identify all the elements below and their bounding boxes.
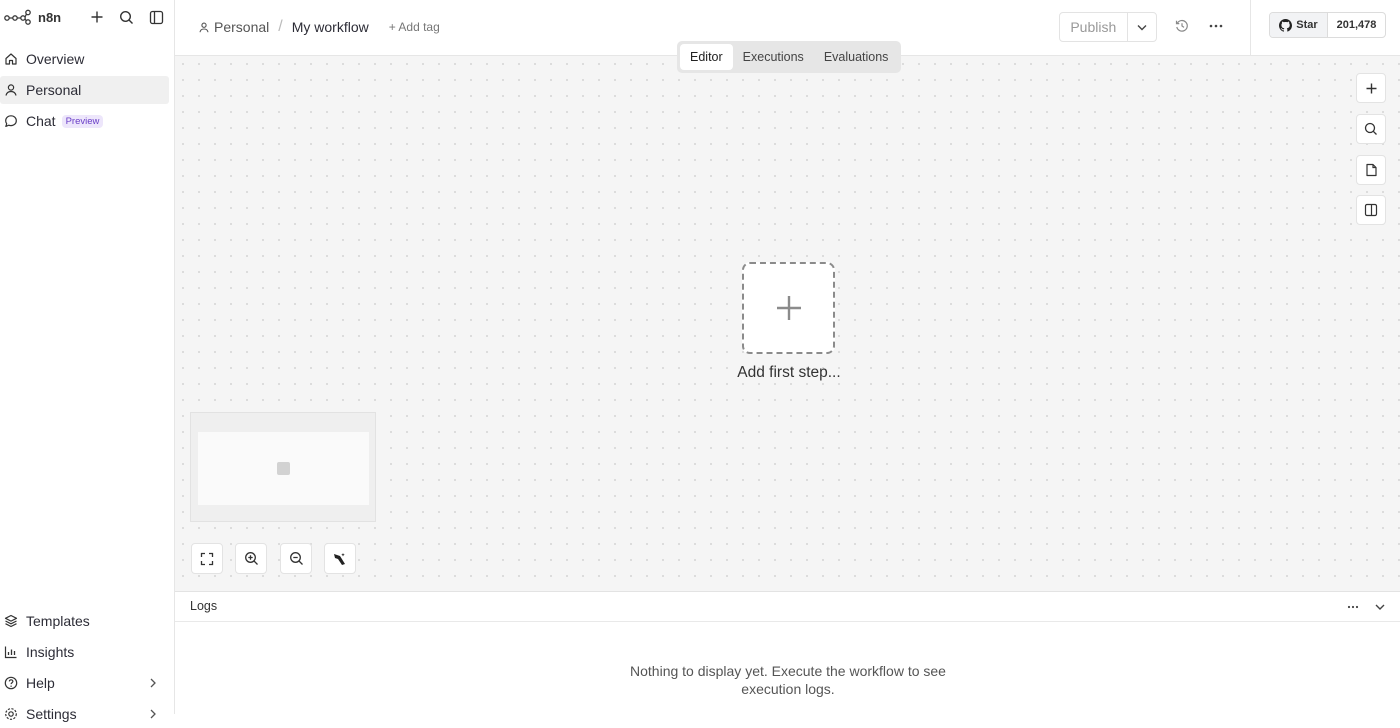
breadcrumb-separator: / <box>278 18 283 35</box>
logs-collapse-button[interactable] <box>1374 600 1390 614</box>
canvas-search-button[interactable] <box>1356 114 1386 144</box>
sticky-note-icon <box>1365 163 1378 177</box>
tab-editor[interactable]: Editor <box>680 44 733 70</box>
tidy-up-button[interactable] <box>324 543 356 574</box>
github-star-count[interactable]: 201,478 <box>1328 13 1385 37</box>
breadcrumb-project-label: Personal <box>214 19 270 35</box>
minimap-node <box>277 462 290 475</box>
history-button[interactable] <box>1174 18 1190 34</box>
add-sticky-note-button[interactable] <box>1356 155 1386 185</box>
collapse-sidebar-button[interactable] <box>147 8 165 26</box>
chevron-right-icon <box>149 678 157 688</box>
breadcrumb-project[interactable]: Personal <box>199 19 269 35</box>
insights-icon <box>4 645 18 659</box>
sidebar-item-label: Personal <box>26 82 82 98</box>
search-icon <box>1364 122 1378 136</box>
tidy-up-icon <box>332 551 348 567</box>
zoom-to-fit-button[interactable] <box>191 543 223 574</box>
logs-panel: Logs Nothing to display yet. Execute the… <box>175 591 1400 714</box>
preview-badge: Preview <box>61 114 104 128</box>
home-icon <box>4 52 18 66</box>
sidebar-item-chat[interactable]: Chat Preview <box>0 107 169 135</box>
app-name: n8n <box>38 9 62 25</box>
sidebar-item-settings[interactable]: Settings <box>0 700 169 728</box>
logs-more-button[interactable] <box>1347 600 1363 614</box>
logs-empty-message: Nothing to display yet. Execute the work… <box>630 663 946 697</box>
publish-button[interactable]: Publish <box>1060 13 1128 41</box>
more-horizontal-icon <box>1209 24 1223 28</box>
github-star-button[interactable]: Star 201,478 <box>1269 12 1386 38</box>
zoom-in-icon <box>244 551 259 566</box>
search-button[interactable] <box>117 8 135 26</box>
more-horizontal-icon <box>1347 600 1363 614</box>
chevron-down-icon <box>1374 600 1390 614</box>
chat-icon <box>4 114 18 128</box>
github-icon <box>1279 18 1296 32</box>
zoom-in-button[interactable] <box>235 543 267 574</box>
logs-header[interactable]: Logs <box>175 592 1400 622</box>
header-divider <box>1250 0 1251 56</box>
toggle-panel-button[interactable] <box>1356 195 1386 225</box>
sidebar-item-insights[interactable]: Insights <box>0 638 169 666</box>
more-options-button[interactable] <box>1208 18 1224 34</box>
tab-executions[interactable]: Executions <box>733 44 814 70</box>
history-icon <box>1175 19 1189 33</box>
sidebar: n8n Overview Personal Chat Preview Templ… <box>0 0 175 722</box>
github-star-label-button[interactable]: Star <box>1270 13 1328 37</box>
add-tag-button[interactable]: + Add tag <box>389 20 440 34</box>
sidebar-item-personal[interactable]: Personal <box>0 76 169 104</box>
search-icon <box>119 10 134 25</box>
zoom-out-button[interactable] <box>280 543 312 574</box>
plus-icon <box>1365 82 1378 95</box>
minimap[interactable] <box>190 412 376 522</box>
tab-evaluations[interactable]: Evaluations <box>814 44 899 70</box>
workflow-name[interactable]: My workflow <box>292 19 369 35</box>
panel-toggle-icon <box>149 10 164 25</box>
create-button[interactable] <box>88 8 106 26</box>
sidebar-item-label: Insights <box>26 644 75 660</box>
workflow-canvas[interactable]: Editor Executions Evaluations Add first … <box>175 41 1400 591</box>
sidebar-item-label: Templates <box>26 613 90 629</box>
open-nodes-panel-button[interactable] <box>1356 73 1386 103</box>
logs-title: Logs <box>190 599 218 613</box>
fit-view-icon <box>200 552 214 566</box>
publish-button-group: Publish <box>1059 12 1157 42</box>
add-first-step-button[interactable] <box>742 262 835 354</box>
templates-icon <box>4 614 18 628</box>
publish-dropdown-button[interactable] <box>1128 13 1156 41</box>
n8n-logo-icon <box>4 9 32 25</box>
add-first-step-label: Add first step... <box>737 364 841 381</box>
sidebar-item-label: Settings <box>26 706 77 722</box>
sidebar-item-label: Help <box>26 675 55 691</box>
sidebar-item-templates[interactable]: Templates <box>0 607 169 635</box>
sidebar-item-overview[interactable]: Overview <box>0 45 169 73</box>
chevron-right-icon <box>149 709 157 719</box>
logo[interactable]: n8n <box>4 8 61 26</box>
user-icon <box>199 22 209 33</box>
plus-icon <box>90 10 104 24</box>
github-star-label: Star <box>1296 19 1318 31</box>
main-area: Personal / My workflow + Add tag Publish… <box>175 0 1400 714</box>
sidebar-item-label: Overview <box>26 51 85 67</box>
view-tabs: Editor Executions Evaluations <box>677 41 901 73</box>
plus-icon <box>775 294 803 322</box>
zoom-out-icon <box>289 551 304 566</box>
help-icon <box>4 676 18 690</box>
breadcrumb: Personal / My workflow + Add tag <box>199 18 440 36</box>
sidebar-item-label: Chat <box>26 113 56 129</box>
panel-icon <box>1364 203 1378 217</box>
sidebar-item-help[interactable]: Help <box>0 669 169 697</box>
user-icon <box>4 83 18 97</box>
settings-icon <box>4 707 18 721</box>
chevron-down-icon <box>1137 24 1147 31</box>
